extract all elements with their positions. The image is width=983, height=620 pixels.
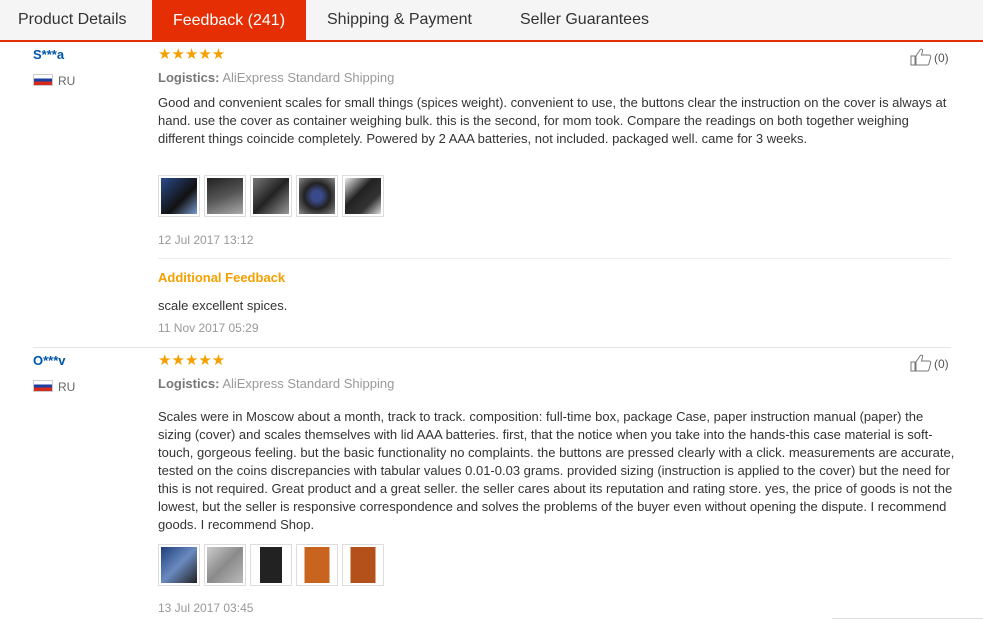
russia-flag-icon <box>33 380 53 392</box>
additional-feedback-date: 11 Nov 2017 05:29 <box>158 321 259 335</box>
review-photo[interactable] <box>250 544 292 586</box>
review-photo[interactable] <box>296 175 338 217</box>
additional-feedback-title: Additional Feedback <box>158 270 286 285</box>
feedback-item: S***a RU ★★★★★ (0) Logistics: AliExpress… <box>0 42 983 348</box>
logistics-value: AliExpress Standard Shipping <box>222 376 395 391</box>
review-photo[interactable] <box>158 175 200 217</box>
divider <box>832 618 983 619</box>
star-rating: ★★★★★ <box>158 352 226 369</box>
logistics-label: Logistics: <box>158 70 220 85</box>
buyer-country: RU <box>33 74 75 88</box>
review-photo[interactable] <box>342 175 384 217</box>
tab-feedback[interactable]: Feedback (241) <box>152 0 306 42</box>
logistics-info: Logistics: AliExpress Standard Shipping <box>158 376 394 391</box>
review-photo[interactable] <box>342 544 384 586</box>
feedback-item: O***v RU ★★★★★ (0) Logistics: AliExpress… <box>0 348 983 620</box>
buyer-name[interactable]: O***v <box>33 353 66 368</box>
review-photo[interactable] <box>204 175 246 217</box>
tab-shipping-payment[interactable]: Shipping & Payment <box>327 0 472 40</box>
review-date: 13 Jul 2017 03:45 <box>158 601 254 615</box>
thumbs-up-icon <box>910 354 932 372</box>
review-date: 12 Jul 2017 13:12 <box>158 233 254 247</box>
logistics-label: Logistics: <box>158 376 220 391</box>
russia-flag-icon <box>33 74 53 86</box>
thumbs-up-icon <box>910 48 932 66</box>
tab-bar: Product Details Feedback (241) Shipping … <box>0 0 983 42</box>
country-code: RU <box>58 380 76 394</box>
review-photo[interactable] <box>250 175 292 217</box>
country-code: RU <box>58 74 76 88</box>
divider <box>158 258 951 259</box>
helpful-count: (0) <box>934 357 949 371</box>
additional-feedback-text: scale excellent spices. <box>158 298 288 313</box>
logistics-value: AliExpress Standard Shipping <box>222 70 395 85</box>
helpful-count: (0) <box>934 51 949 65</box>
review-photo[interactable] <box>296 544 338 586</box>
review-photos <box>158 544 388 586</box>
buyer-country: RU <box>33 380 75 394</box>
review-photos <box>158 175 388 217</box>
helpful-button[interactable]: (0) <box>910 48 949 66</box>
buyer-name[interactable]: S***a <box>33 47 64 62</box>
review-photo[interactable] <box>204 544 246 586</box>
tab-product-details[interactable]: Product Details <box>18 0 127 40</box>
review-text: Good and convenient scales for small thi… <box>158 95 947 146</box>
tab-seller-guarantees[interactable]: Seller Guarantees <box>520 0 649 40</box>
logistics-info: Logistics: AliExpress Standard Shipping <box>158 70 394 85</box>
review-text: Scales were in Moscow about a month, tra… <box>158 409 955 532</box>
star-rating: ★★★★★ <box>158 46 226 63</box>
review-photo[interactable] <box>158 544 200 586</box>
helpful-button[interactable]: (0) <box>910 354 949 372</box>
